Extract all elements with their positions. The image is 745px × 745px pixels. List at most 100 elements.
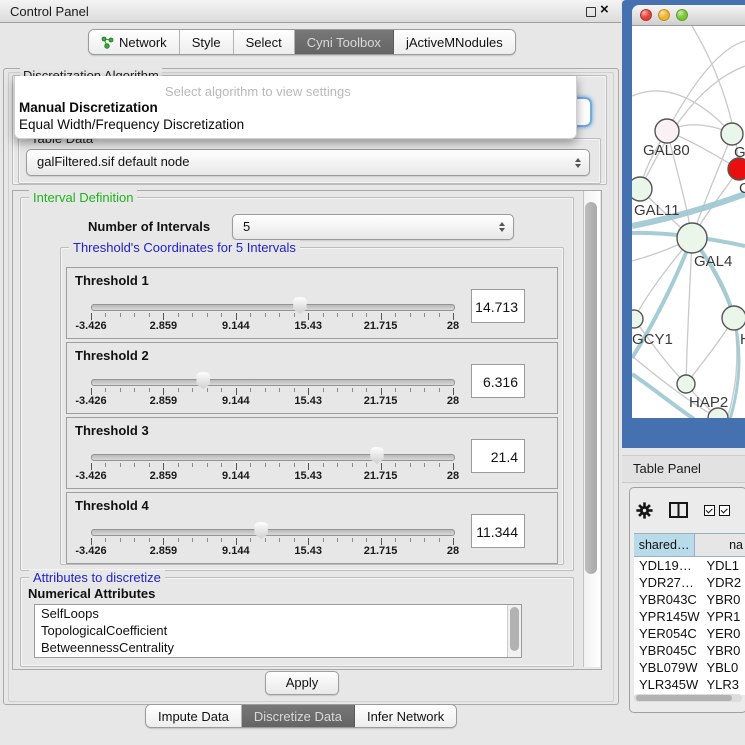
network-node[interactable] [632,177,652,201]
slider-track[interactable] [91,529,455,536]
slider-tick [294,538,295,542]
table-cell[interactable]: YDR2 [706,574,745,591]
table-row[interactable]: YPR145WYPR1 [634,608,745,625]
slider-thumb[interactable] [195,372,211,389]
slider-tick [294,388,295,392]
table-cell[interactable]: YBR043C [634,591,706,608]
tab-style[interactable]: Style [180,30,234,54]
network-node[interactable] [721,123,743,145]
network-node[interactable] [677,223,707,253]
network-node[interactable] [632,310,643,328]
table-cell[interactable]: YER0 [706,625,745,642]
algorithm-option[interactable]: Manual Discretization [19,100,158,115]
table-cell[interactable]: YBR0 [706,591,745,608]
table-row[interactable]: YDR27…YDR2 [634,574,745,591]
attributes-scrollbar-track[interactable] [507,605,521,657]
slider-track[interactable] [91,304,455,311]
threshold-value-field[interactable]: 6.316 [471,364,525,398]
attribute-item[interactable]: TopologicalCoefficient [35,622,521,639]
slider-tick [323,538,324,542]
table-data-combobox[interactable]: galFiltered.sif default node [26,149,590,176]
slider-tick [424,313,425,317]
tab-infer-network[interactable]: Infer Network [355,705,456,727]
table-cell[interactable]: YLR345W [634,676,706,693]
threshold-value-field[interactable]: 11.344 [471,514,525,548]
split-column-icon[interactable] [669,502,688,518]
close-traffic-light-icon[interactable] [640,9,652,21]
network-edge[interactable] [634,319,686,384]
tab-cyni-toolbox[interactable]: Cyni Toolbox [295,30,394,54]
tab-discretize-data[interactable]: Discretize Data [242,705,355,727]
algorithm-option[interactable]: Equal Width/Frequency Discretization [19,117,244,132]
table-cell[interactable]: YBL079W [634,659,706,676]
threshold-value-field[interactable]: 21.4 [471,439,525,473]
number-of-intervals-value: 5 [243,219,250,234]
network-node[interactable] [722,306,745,330]
unselect-all-columns-icon[interactable] [719,505,730,516]
table-data-selected: galFiltered.sif default node [37,154,189,169]
attributes-scrollbar-thumb[interactable] [510,607,519,651]
network-node[interactable] [728,158,745,180]
slider-thumb[interactable] [253,522,269,539]
table-cell[interactable]: YPR1 [706,608,745,625]
slider-tick [192,313,193,317]
table-row[interactable]: YER054CYER0 [634,625,745,642]
network-view-canvas[interactable]: GAL80GCGAL11GAL4GCY1HHAP2 [632,26,745,418]
table-cell[interactable]: YBR045C [634,642,706,659]
threshold-label: Threshold 1 [75,273,149,288]
table-cell[interactable]: YER054C [634,625,706,642]
table-hscrollbar-thumb[interactable] [636,695,732,701]
apply-button[interactable]: Apply [265,671,339,695]
slider-tick [453,313,454,320]
slider-tick [105,313,106,317]
network-edge[interactable] [686,238,692,384]
table-row[interactable]: YDL19…YDL1 [634,557,745,574]
slider-tick-label: 9.144 [222,545,250,557]
select-all-columns-icon[interactable] [704,505,715,516]
table-header-cell[interactable]: na [695,534,745,556]
attribute-item[interactable]: BetweennessCentrality [35,639,521,656]
network-node-label: GAL4 [694,253,732,270]
network-edge[interactable] [667,41,745,131]
table-cell[interactable]: YBR0 [706,642,745,659]
slider-tick-label: 21.715 [364,470,398,482]
zoom-traffic-light-icon[interactable] [676,9,688,21]
tab-impute-data[interactable]: Impute Data [146,705,242,727]
tab-select[interactable]: Select [234,30,295,54]
slider-tick [178,313,179,317]
slider-track[interactable] [91,454,455,461]
table-cell[interactable]: YPR145W [634,608,706,625]
number-of-intervals-combobox[interactable]: 5 [232,214,514,240]
number-of-intervals-label: Number of Intervals [88,219,210,234]
threshold-value-field[interactable]: 14.713 [471,289,525,323]
settings-scrollbar-thumb[interactable] [585,202,597,574]
table-row[interactable]: YBL079WYBL0 [634,659,745,676]
table-cell[interactable]: YDL1 [706,557,745,574]
slider-tick [207,313,208,317]
slider-track[interactable] [91,379,455,386]
table-hscrollbar-track[interactable] [634,694,742,702]
network-node[interactable] [677,375,695,393]
slider-thumb[interactable] [292,297,308,314]
threshold-panel: Threshold 2-3.4262.8599.14415.4321.71528… [66,342,558,414]
table-row[interactable]: YBR045CYBR0 [634,642,745,659]
table-header-cell[interactable]: shared… [634,534,695,556]
slider-tick-label: 21.715 [364,320,398,332]
tab-jactivemnodules[interactable]: jActiveMNodules [394,30,515,54]
close-icon[interactable]: × [600,1,609,18]
table-cell[interactable]: YDL19… [634,557,706,574]
network-edge[interactable] [692,134,732,238]
table-row[interactable]: YLR345WYLR3 [634,676,745,693]
table-cell[interactable]: YBL0 [706,659,745,676]
table-row[interactable]: YBR043CYBR0 [634,591,745,608]
minimize-traffic-light-icon[interactable] [658,9,670,21]
network-node[interactable] [655,119,679,143]
slider-thumb[interactable] [369,447,385,464]
network-window-titlebar[interactable] [632,5,745,26]
attribute-item[interactable]: SelfLoops [35,605,521,622]
gear-icon[interactable] [636,502,653,519]
tab-network[interactable]: Network [89,30,180,54]
table-cell[interactable]: YDR27… [634,574,706,591]
table-cell[interactable]: YLR3 [706,676,745,693]
float-window-icon[interactable] [586,7,596,17]
